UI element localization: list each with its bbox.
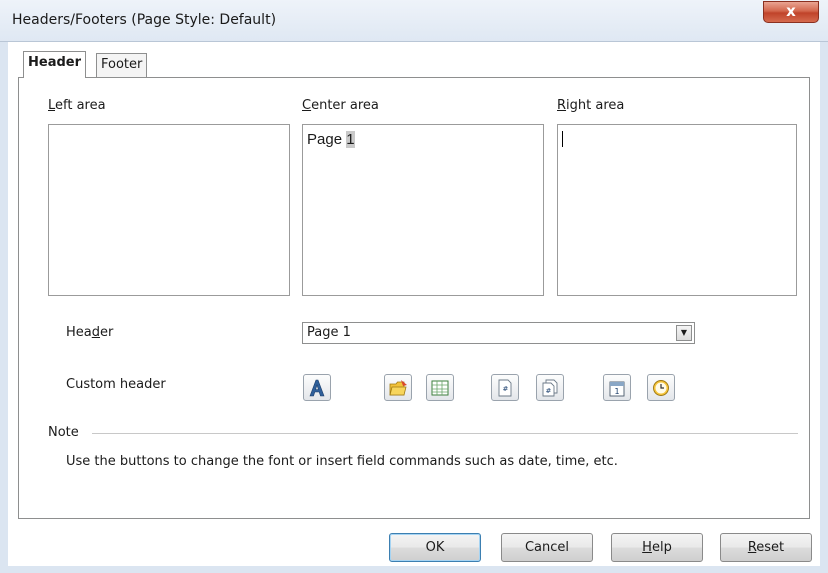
page-number-field: 1: [346, 131, 355, 148]
tab-footer-label: Footer: [101, 57, 143, 72]
title-field-button[interactable]: [384, 374, 412, 401]
total-pages-icon: #: [542, 379, 558, 397]
total-pages-button[interactable]: #: [536, 374, 564, 401]
ok-button-label: OK: [425, 540, 445, 555]
page-number-icon: #: [498, 379, 512, 397]
left-area-label: Left area: [48, 98, 106, 113]
right-area-label: Right area: [557, 98, 625, 113]
custom-header-label: Custom header: [66, 377, 166, 392]
left-area-editor[interactable]: [48, 124, 290, 296]
center-area-text: Page: [307, 131, 347, 148]
note-text: Use the buttons to change the font or in…: [66, 454, 618, 469]
tab-footer[interactable]: Footer: [96, 53, 148, 77]
header-select[interactable]: Page 1 ▼: [302, 322, 695, 344]
close-icon: x: [786, 2, 796, 20]
text-cursor: [562, 131, 563, 147]
note-separator: [92, 433, 798, 434]
center-area-editor[interactable]: Page 1: [302, 124, 544, 296]
center-area-label: Center area: [302, 98, 379, 113]
svg-text:#: #: [546, 387, 552, 395]
close-button[interactable]: x: [763, 1, 819, 23]
date-button[interactable]: 1: [603, 374, 631, 401]
title-field-icon: [389, 380, 407, 396]
cancel-button-label: Cancel: [524, 540, 570, 555]
header-select-value: Page 1: [307, 325, 351, 340]
time-button[interactable]: [647, 374, 675, 401]
ok-button[interactable]: OK: [389, 533, 481, 562]
text-attributes-button[interactable]: [303, 374, 331, 401]
text-attributes-icon: [309, 379, 325, 397]
time-icon: [653, 380, 669, 396]
tab-header-label: Header: [28, 55, 82, 70]
cancel-button[interactable]: Cancel: [501, 533, 593, 562]
reset-button[interactable]: Reset: [720, 533, 812, 562]
header-select-label: Header: [66, 325, 114, 340]
help-button-label: elp: [651, 540, 672, 555]
window-title: Headers/Footers (Page Style: Default): [12, 12, 277, 28]
note-heading: Note: [48, 425, 79, 440]
tab-header[interactable]: Header: [23, 51, 87, 78]
help-button[interactable]: Help: [611, 533, 703, 562]
help-button-mnemonic: H: [642, 540, 652, 555]
window-frame-left: [0, 42, 8, 573]
title-bar[interactable]: Headers/Footers (Page Style: Default) x: [0, 0, 828, 42]
window-frame-right: [820, 42, 828, 573]
dropdown-arrow-icon[interactable]: ▼: [676, 325, 692, 341]
date-icon: 1: [609, 381, 625, 397]
window-frame-bottom: [0, 566, 828, 573]
sheet-name-icon: [431, 380, 449, 396]
svg-text:1: 1: [615, 387, 620, 396]
page-number-button[interactable]: #: [491, 374, 519, 401]
right-area-editor[interactable]: [557, 124, 797, 296]
svg-text:#: #: [503, 385, 509, 393]
reset-button-mnemonic: R: [747, 540, 757, 555]
reset-button-label: eset: [756, 540, 785, 555]
sheet-name-button[interactable]: [426, 374, 454, 401]
